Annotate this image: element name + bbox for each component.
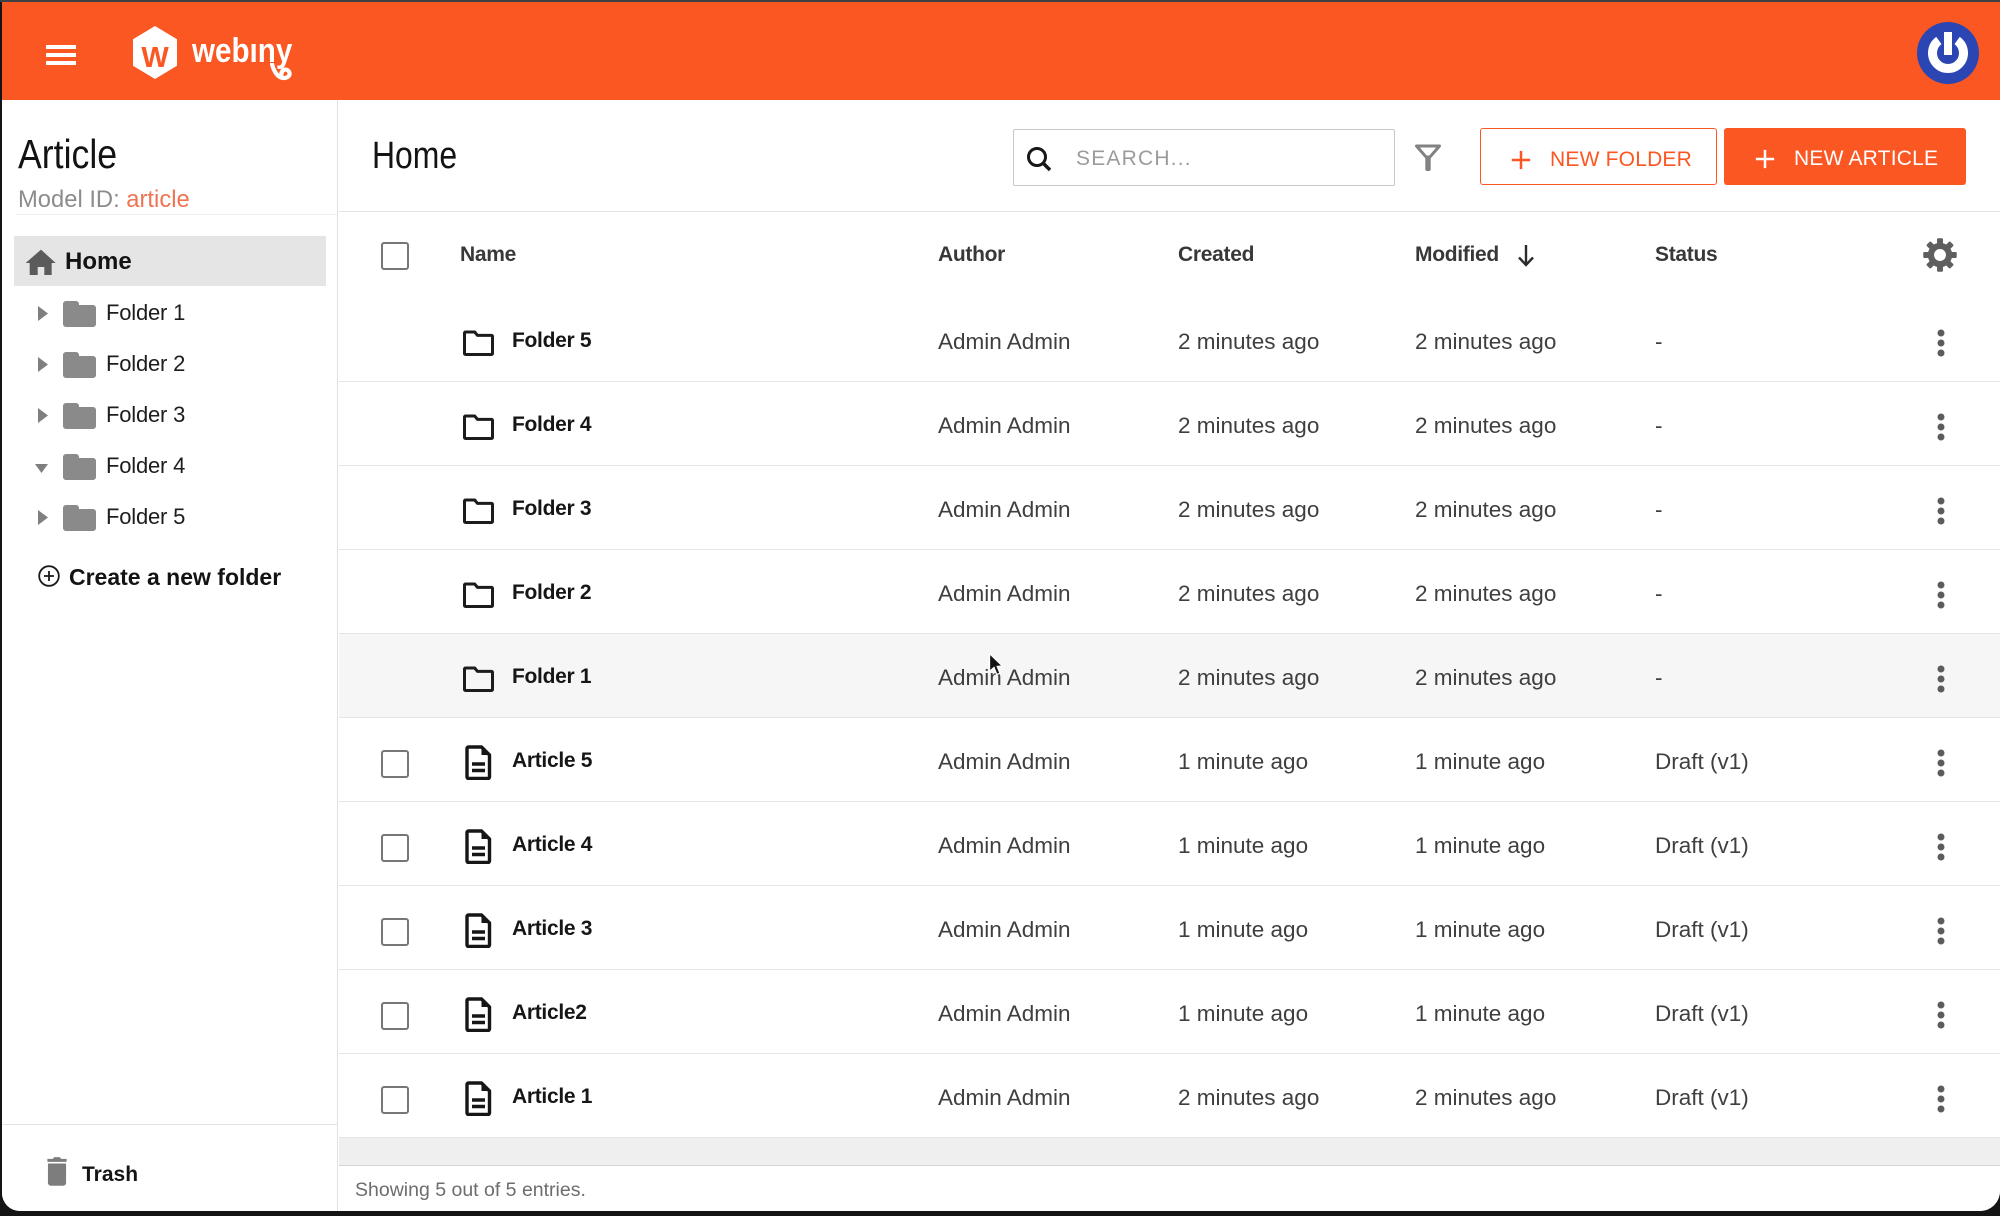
svg-text:W: W <box>141 42 169 74</box>
